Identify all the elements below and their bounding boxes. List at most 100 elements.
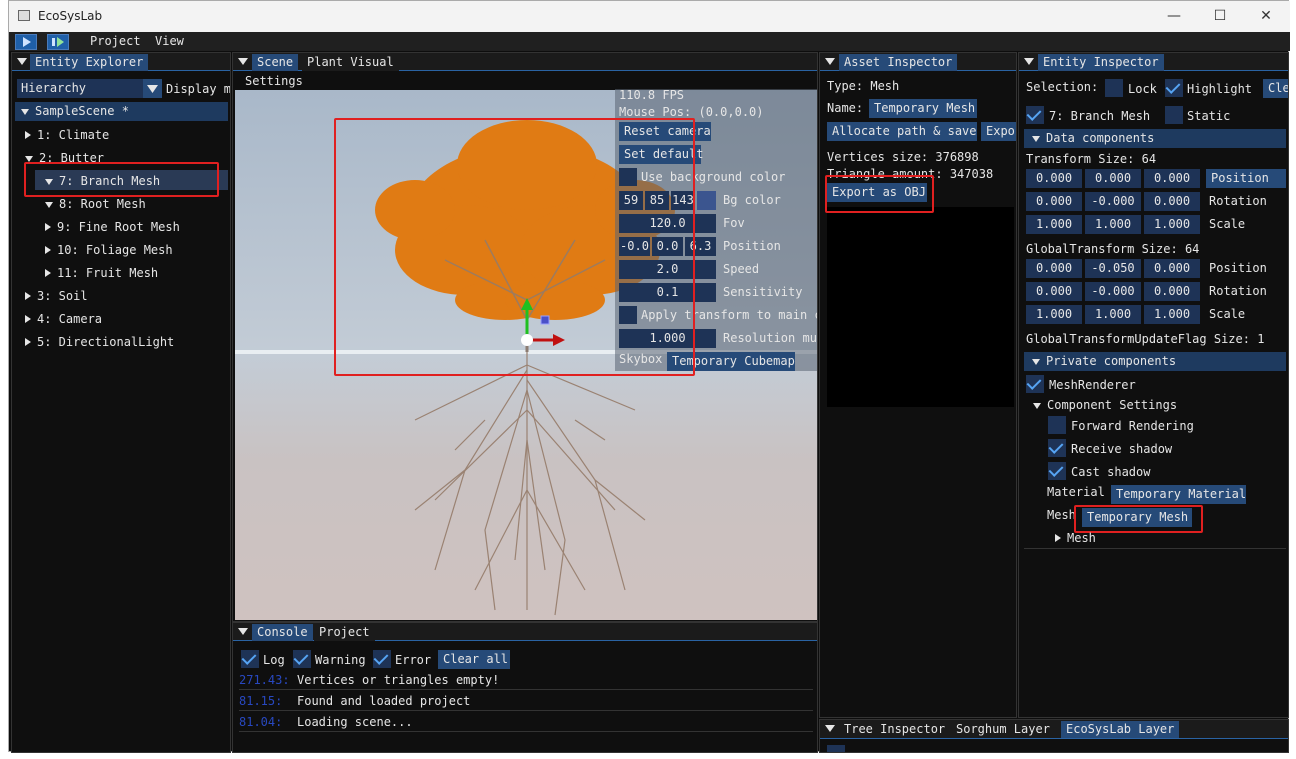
tab-console[interactable]: Console [252,624,313,641]
global-transform-value-field[interactable]: 1.000 [1085,305,1141,324]
selection-label: Selection: [1026,80,1099,94]
tree-item-fine-root-mesh[interactable]: 9: Fine Root Mesh [45,220,180,234]
menu-view[interactable]: View [155,34,184,48]
tree-item-fruit-mesh[interactable]: 11: Fruit Mesh [45,266,158,280]
receive-shadow-checkbox[interactable] [1048,439,1066,457]
clear-selection-button[interactable]: Clea [1263,79,1288,98]
collapse-icon [25,315,31,323]
tree-item-label: 1: Climate [37,128,110,142]
private-components-header[interactable]: Private components [1024,352,1286,371]
clear-all-button[interactable]: Clear all [438,650,510,669]
entry-time: 271.43: [239,673,290,687]
tab-sorghum-layer[interactable]: Sorghum Layer [951,721,1055,738]
transform-value-field[interactable]: 1.000 [1085,215,1141,234]
panel-menu-icon[interactable] [1024,58,1034,65]
data-components-header[interactable]: Data components [1024,129,1286,148]
tree-item-camera[interactable]: 4: Camera [25,312,102,326]
error-checkbox[interactable] [373,650,391,668]
transform-value-field[interactable]: 0.000 [1026,192,1082,211]
warning-label: Warning [315,653,366,667]
panel-menu-icon[interactable] [825,725,835,732]
tab-entity-explorer[interactable]: Entity Explorer [30,54,149,71]
tree-item-label: 8: Root Mesh [59,197,146,211]
tree-item-directional-light[interactable]: 5: DirectionalLight [25,335,174,349]
close-button[interactable]: ✕ [1243,1,1289,32]
expand-icon [1033,403,1041,409]
warning-checkbox[interactable] [293,650,311,668]
global-transform-value-field[interactable]: 1.000 [1144,305,1200,324]
transform-value-field[interactable]: 0.000 [1144,169,1200,188]
transform-row-label: Scale [1209,217,1246,231]
material-button[interactable]: Temporary Material [1111,485,1246,504]
transform-value-field[interactable]: -0.000 [1085,192,1141,211]
minimize-button[interactable]: — [1151,1,1197,32]
log-checkbox[interactable] [241,650,259,668]
scene-root[interactable]: SampleScene * [15,102,228,121]
mesh-node[interactable]: Mesh [1055,531,1096,545]
chevron-down-icon [147,85,158,93]
transform-value-field[interactable]: 1.000 [1026,215,1082,234]
highlight-annotation [1074,505,1203,533]
allocate-path-button[interactable]: Allocate path & save [827,122,977,141]
global-transform-value-field[interactable]: 0.000 [1026,282,1082,301]
panel-menu-icon[interactable] [17,58,27,65]
tree-item-soil[interactable]: 3: Soil [25,289,88,303]
material-label: Material [1047,485,1105,499]
global-transform-row-label: Position [1209,261,1267,275]
bg-color-swatch[interactable] [697,191,716,210]
static-checkbox[interactable] [1165,106,1183,124]
lock-checkbox[interactable] [1105,79,1123,97]
mouse-pos-readout: Mouse Pos: (0.0,0.0) [619,105,764,119]
tab-project[interactable]: Project [314,624,375,641]
transform-value-field[interactable]: 0.000 [1026,169,1082,188]
highlight-checkbox[interactable] [1165,79,1183,97]
expand-icon [21,109,29,115]
export-button[interactable]: Expo [981,122,1016,141]
collapse-icon [1055,534,1061,542]
fps-readout: 110.8 FPS [619,88,685,102]
panel-menu-icon[interactable] [238,58,248,65]
entity-enabled-checkbox[interactable] [1026,106,1044,124]
global-transform-value-field[interactable]: 0.000 [1144,282,1200,301]
scroll-handle[interactable] [827,745,845,752]
tab-asset-inspector[interactable]: Asset Inspector [839,54,958,71]
tab-tree-inspector[interactable]: Tree Inspector [839,721,951,738]
entity-name: 7: Branch Mesh [1049,109,1151,123]
entity-explorer-panel: Entity Explorer Hierarchy Display m Samp… [11,52,231,753]
settings-menu[interactable]: Settings [245,74,303,88]
tab-ecosyslab-layer[interactable]: EcoSysLab Layer [1061,721,1180,738]
panel-menu-icon[interactable] [825,58,835,65]
mesh-preview [827,207,1014,407]
bottom-tabbar: Tree Inspector Sorghum Layer EcoSysLab L… [820,720,1288,739]
tree-item-label: 11: Fruit Mesh [57,266,159,280]
menu-project[interactable]: Project [90,34,141,48]
divider [239,689,813,690]
global-transform-value-field[interactable]: 1.000 [1026,305,1082,324]
maximize-button[interactable]: ☐ [1197,1,1243,32]
dropdown-arrow-button[interactable] [143,79,162,98]
hierarchy-dropdown[interactable]: Hierarchy [17,79,162,98]
tab-scene[interactable]: Scene [252,54,299,71]
collapse-icon [45,246,51,254]
asset-name-button[interactable]: Temporary Mesh [869,99,977,118]
step-button[interactable] [47,34,69,50]
expand-icon [45,202,53,208]
panel-menu-icon[interactable] [238,628,248,635]
global-transform-value-field[interactable]: -0.000 [1085,282,1141,301]
transform-value-field[interactable]: 1.000 [1144,215,1200,234]
transform-value-field[interactable]: 0.000 [1144,192,1200,211]
global-transform-value-field[interactable]: -0.050 [1085,259,1141,278]
mesh-renderer-checkbox[interactable] [1026,375,1044,393]
component-settings-node[interactable]: Component Settings [1033,398,1177,412]
global-transform-value-field[interactable]: 0.000 [1144,259,1200,278]
tab-entity-inspector[interactable]: Entity Inspector [1038,54,1164,71]
forward-rendering-checkbox[interactable] [1048,416,1066,434]
cast-shadow-checkbox[interactable] [1048,462,1066,480]
play-button[interactable] [15,34,37,50]
tree-item-climate[interactable]: 1: Climate [25,128,109,142]
transform-value-field[interactable]: 0.000 [1085,169,1141,188]
global-transform-value-field[interactable]: 0.000 [1026,259,1082,278]
tree-item-foliage-mesh[interactable]: 10: Foliage Mesh [45,243,173,257]
tree-item-root-mesh[interactable]: 8: Root Mesh [45,197,146,211]
tab-plant-visual[interactable]: Plant Visual [302,54,399,71]
